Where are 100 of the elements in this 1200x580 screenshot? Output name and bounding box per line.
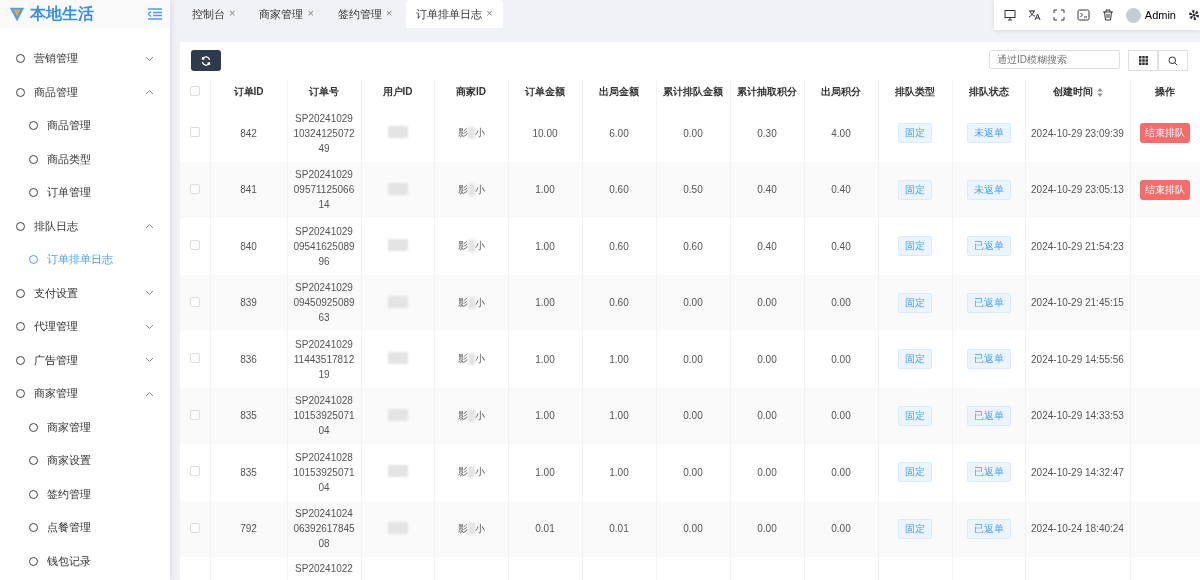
row-checkbox[interactable] bbox=[189, 409, 200, 420]
table-cell: 835 bbox=[240, 466, 257, 478]
sidebar-item[interactable]: 排队日志 bbox=[0, 209, 170, 243]
table-cell: 0.01 bbox=[609, 523, 629, 535]
sort-icon[interactable] bbox=[1096, 87, 1103, 97]
settings-icon[interactable] bbox=[1188, 9, 1200, 21]
table-cell: 841 bbox=[240, 184, 257, 196]
queue-type-tag: 固定 bbox=[898, 292, 932, 313]
translate-icon[interactable] bbox=[1027, 9, 1041, 21]
tab[interactable]: 签约管理 × bbox=[327, 0, 403, 28]
refresh-icon bbox=[201, 55, 211, 66]
column-header: 订单金额 bbox=[525, 86, 565, 97]
monitor-icon[interactable] bbox=[1003, 9, 1016, 21]
sidebar-item[interactable]: 商家管理 bbox=[0, 377, 170, 411]
table-cell: 影 bbox=[457, 239, 468, 254]
column-header: 用户ID bbox=[382, 86, 413, 97]
sidebar-item[interactable]: 广告管理 bbox=[0, 343, 170, 377]
row-checkbox[interactable] bbox=[189, 353, 200, 364]
redacted-block bbox=[387, 465, 408, 478]
refresh-button[interactable] bbox=[191, 50, 221, 71]
order-number: SP20241029 11443517812 19 bbox=[293, 337, 355, 382]
table-cell: 2024-10-24 18:40:24 bbox=[1031, 523, 1124, 535]
sidebar-subitem[interactable]: 商家管理 bbox=[0, 410, 170, 444]
table-cell: 2024-10-29 21:45:15 bbox=[1031, 297, 1124, 309]
table-cell: 1.00 bbox=[535, 353, 555, 365]
table-cell: 792 bbox=[240, 523, 257, 535]
table-cell: 1.00 bbox=[609, 410, 629, 422]
order-number: SP20241022 bbox=[295, 562, 353, 576]
table-cell: 0.40 bbox=[831, 240, 851, 252]
sidebar-subitem[interactable]: 钱包记录 bbox=[0, 544, 170, 578]
menu-fold-icon[interactable] bbox=[148, 8, 162, 20]
queue-type-tag: 固定 bbox=[898, 405, 932, 426]
terminal-icon[interactable] bbox=[1076, 9, 1090, 21]
tab[interactable]: 控制台 × bbox=[182, 0, 246, 28]
table-cell: 影 bbox=[457, 352, 468, 367]
sidebar-subitem[interactable]: 商家设置 bbox=[0, 444, 170, 478]
sidebar-subitem[interactable]: 点餐管理 bbox=[0, 511, 170, 545]
table-cell: 0.00 bbox=[831, 297, 851, 309]
table-cell: 0.60 bbox=[683, 240, 703, 252]
table-cell: 小 bbox=[474, 465, 485, 480]
queue-status-tag: 已返单 bbox=[966, 405, 1011, 426]
row-checkbox[interactable] bbox=[189, 240, 200, 251]
table-cell: 0.00 bbox=[831, 466, 851, 478]
sidebar-item[interactable]: 代理管理 bbox=[0, 310, 170, 344]
sidebar-subitem[interactable]: 商品管理 bbox=[0, 109, 170, 143]
sidebar-subitem[interactable]: 订单管理 bbox=[0, 176, 170, 210]
row-checkbox[interactable] bbox=[189, 466, 200, 477]
sidebar-item[interactable]: 商品管理 bbox=[0, 75, 170, 109]
table-cell: 0.00 bbox=[683, 353, 703, 365]
close-icon[interactable]: × bbox=[486, 7, 493, 22]
order-number: SP20241029 09541625089 96 bbox=[293, 224, 355, 269]
table-cell: 小 bbox=[474, 352, 485, 367]
table-cell: 0.00 bbox=[831, 523, 851, 535]
order-number: SP20241028 10153925071 04 bbox=[293, 450, 355, 495]
select-all-checkbox[interactable] bbox=[189, 86, 200, 96]
table-cell: 影 bbox=[457, 295, 468, 310]
table-cell: 0.40 bbox=[757, 240, 777, 252]
grid-view-button[interactable] bbox=[1128, 50, 1158, 71]
grid-icon bbox=[1138, 56, 1148, 65]
redacted-block bbox=[467, 353, 475, 366]
table-cell: 小 bbox=[474, 295, 485, 310]
column-header: 累计排队金额 bbox=[663, 86, 723, 97]
user-name[interactable]: Admin bbox=[1144, 9, 1176, 21]
search-field[interactable]: 通过ID模糊搜索 bbox=[989, 50, 1120, 69]
row-checkbox[interactable] bbox=[189, 127, 200, 138]
sidebar-subitem[interactable]: 签约管理 bbox=[0, 477, 170, 511]
sidebar-subitem[interactable]: 商品类型 bbox=[0, 142, 170, 176]
trash-icon[interactable] bbox=[1101, 9, 1114, 21]
column-header: 操作 bbox=[1155, 86, 1175, 97]
table-cell: 2024-10-29 23:09:39 bbox=[1031, 127, 1124, 139]
fullscreen-icon[interactable] bbox=[1052, 9, 1065, 21]
table-cell: 0.60 bbox=[609, 184, 629, 196]
tab[interactable]: 订单排单日志 × bbox=[406, 0, 503, 28]
table-cell: 1.00 bbox=[535, 466, 555, 478]
table-cell: 小 bbox=[474, 126, 485, 141]
row-checkbox[interactable] bbox=[189, 296, 200, 307]
order-number: SP20241028 10153925071 04 bbox=[293, 394, 355, 439]
table-cell: 2024-10-29 14:32:47 bbox=[1031, 466, 1124, 478]
table-cell: 2024-10-29 14:33:53 bbox=[1031, 410, 1124, 422]
tab[interactable]: 商家管理 × bbox=[249, 0, 324, 28]
table-cell: 0.00 bbox=[757, 466, 777, 478]
column-header: 排队状态 bbox=[968, 86, 1009, 97]
search-button[interactable] bbox=[1158, 50, 1188, 71]
table-cell: 小 bbox=[474, 182, 485, 197]
avatar-icon[interactable] bbox=[1125, 7, 1141, 23]
sidebar-item[interactable]: 营销管理 bbox=[0, 42, 170, 76]
sidebar-item[interactable]: 支付设置 bbox=[0, 276, 170, 310]
row-checkbox[interactable] bbox=[189, 522, 200, 533]
column-header[interactable]: 创建时间 bbox=[1052, 85, 1103, 99]
table-cell: 0.00 bbox=[757, 410, 777, 422]
table-cell: 836 bbox=[240, 353, 257, 365]
table-cell: 1.00 bbox=[535, 297, 555, 309]
table-cell: 10.00 bbox=[532, 127, 558, 139]
column-header: 订单ID bbox=[233, 86, 264, 97]
redacted-block bbox=[387, 352, 408, 365]
row-checkbox[interactable] bbox=[189, 183, 200, 194]
redacted-block bbox=[467, 466, 475, 479]
queue-type-tag: 固定 bbox=[898, 462, 932, 483]
table-cell: 6.00 bbox=[609, 127, 629, 139]
table-cell: 0.00 bbox=[757, 297, 777, 309]
